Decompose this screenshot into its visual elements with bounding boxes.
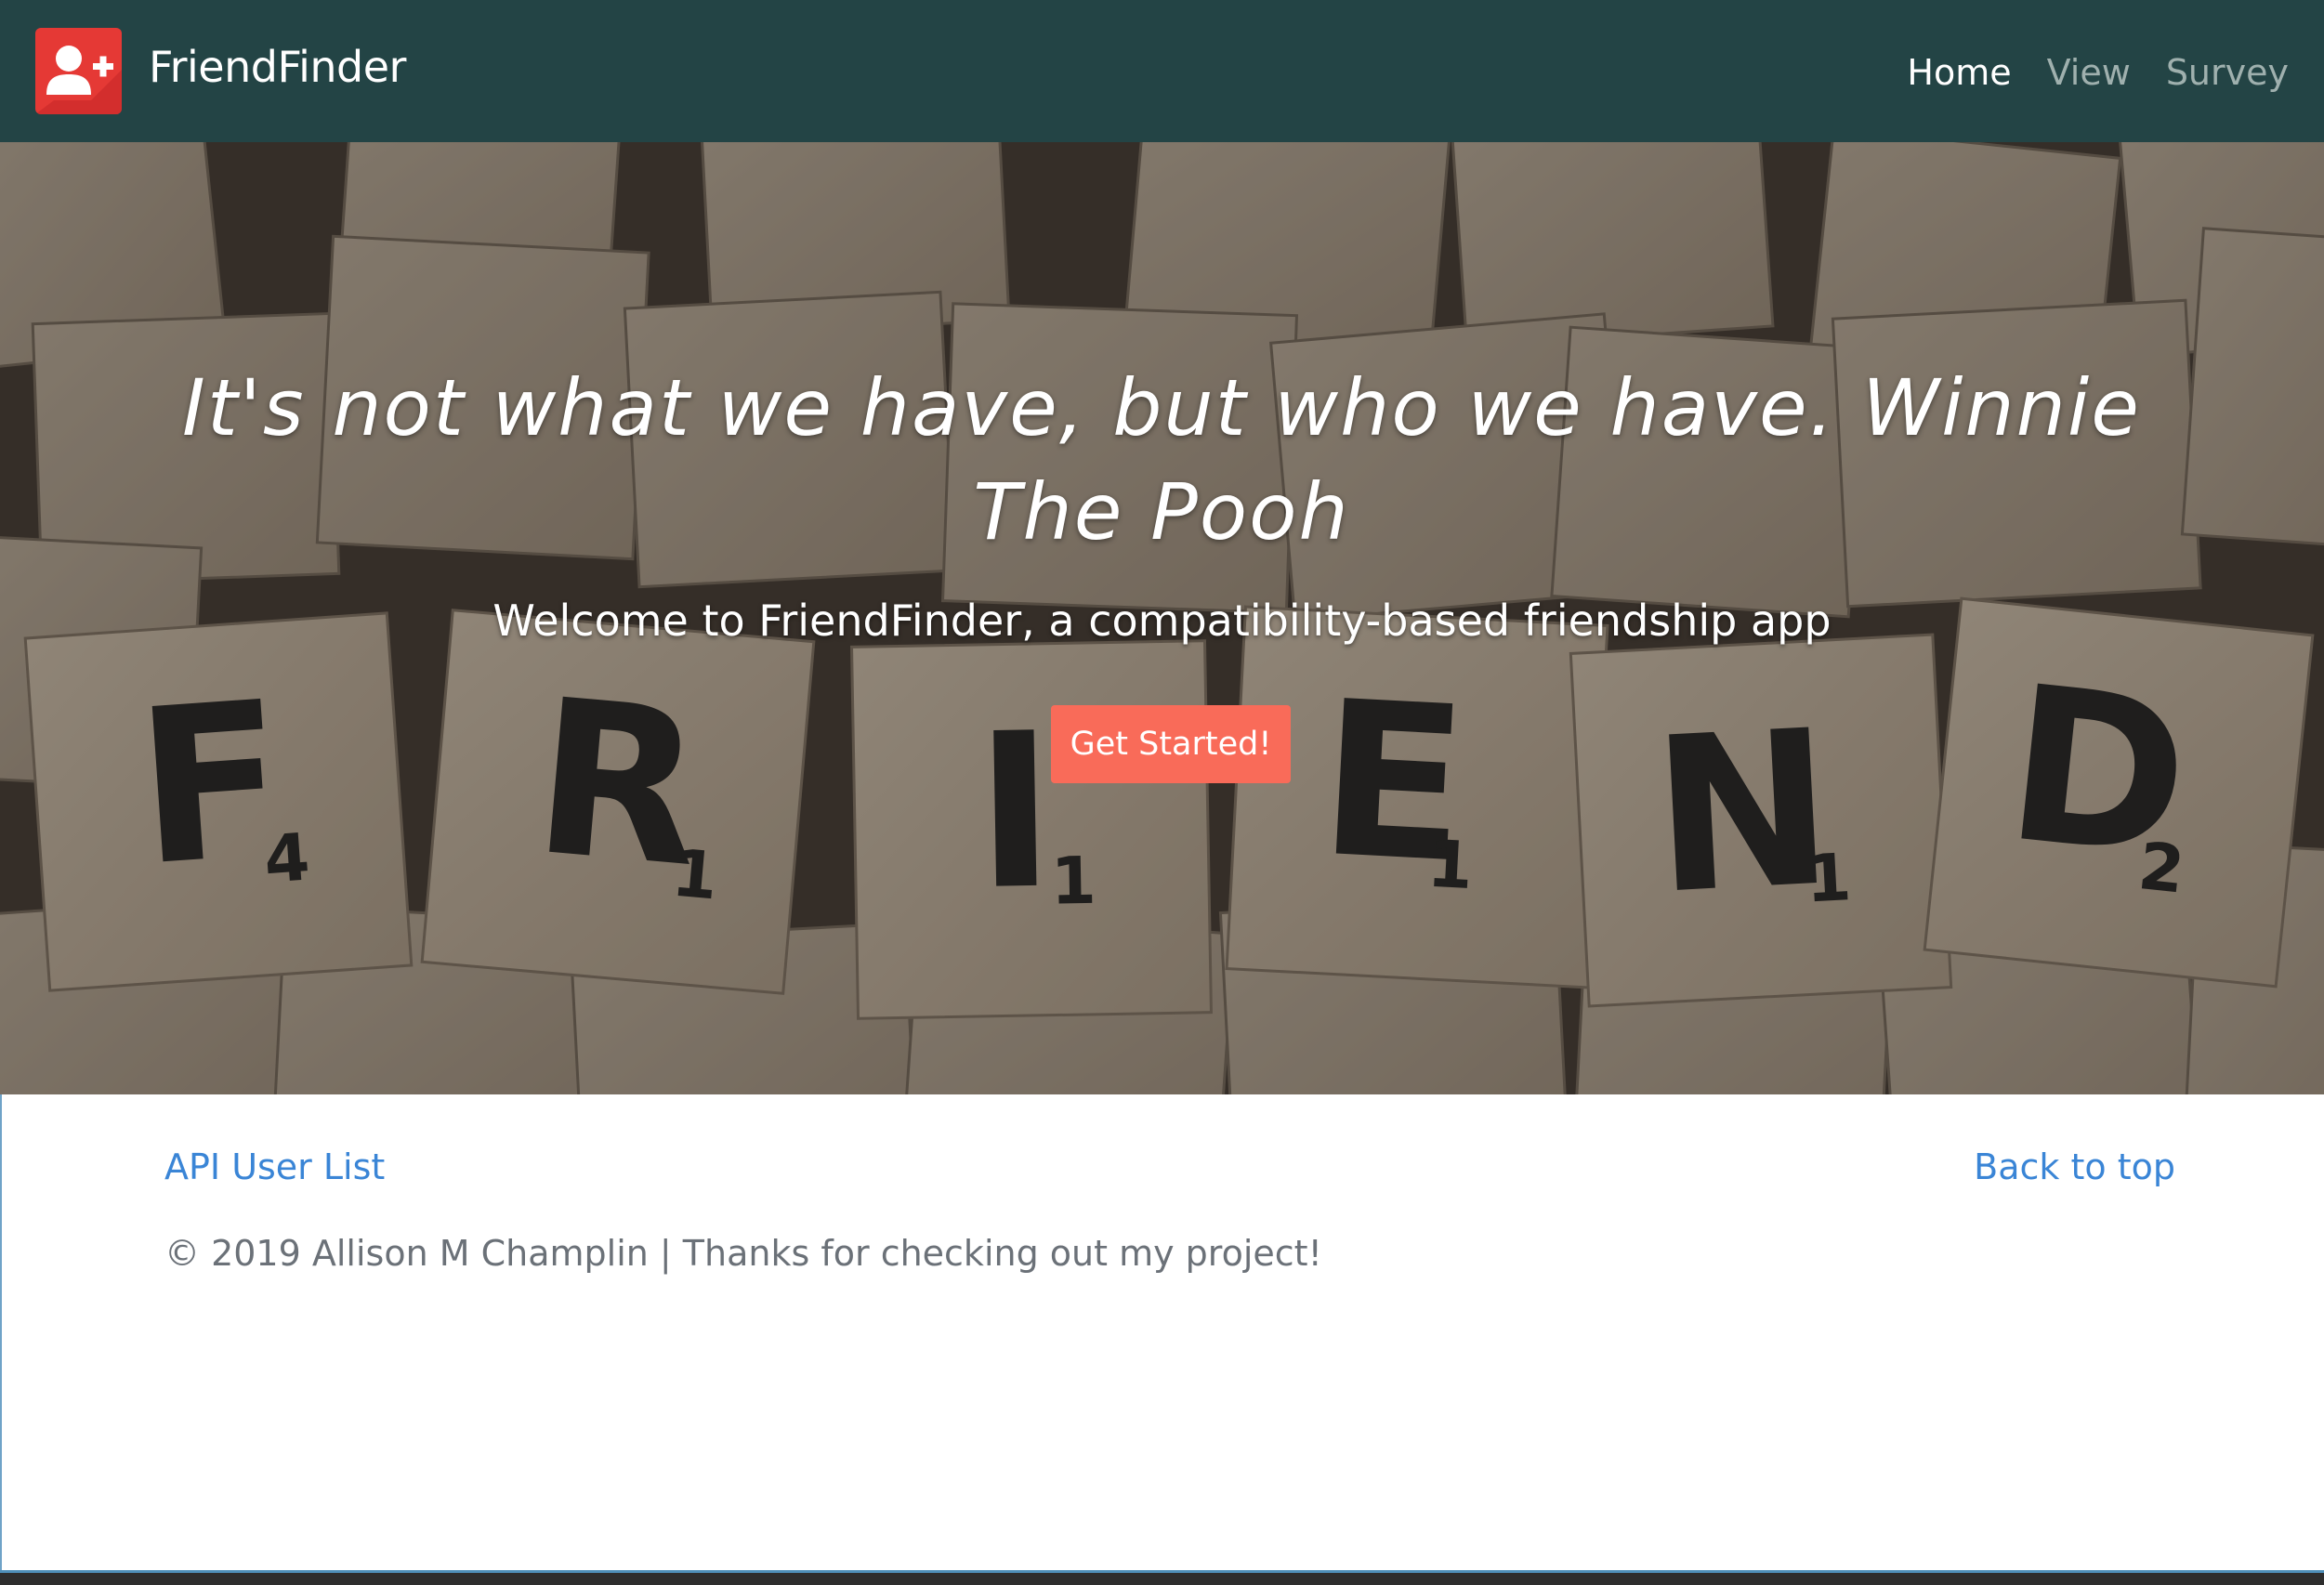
- nav-links: Home View Survey: [1907, 46, 2289, 98]
- navbar: FriendFinder Home View Survey: [0, 0, 2324, 142]
- nav-link-survey[interactable]: Survey: [2166, 46, 2289, 98]
- nav-link-view[interactable]: View: [2047, 46, 2131, 98]
- hero-section: F 4 R 1 I 1 E 1 N 1 D 2 It's not what we…: [0, 142, 2324, 1094]
- footer: API User List Back to top © 2019 Allison…: [0, 1094, 2324, 1570]
- copyright-text: © 2019 Allison M Champlin | Thanks for c…: [164, 1233, 1322, 1274]
- back-to-top-link[interactable]: Back to top: [1974, 1141, 2175, 1193]
- page-left-border: [0, 1094, 2, 1570]
- add-user-icon[interactable]: [35, 28, 122, 114]
- api-user-list-link[interactable]: API User List: [164, 1141, 385, 1193]
- hero-subtitle: Welcome to FriendFinder, a compatibility…: [492, 596, 1832, 646]
- window-bottom-bar: [0, 1570, 2324, 1585]
- hero-quote: It's not what we have, but who we have. …: [182, 362, 2141, 557]
- get-started-button[interactable]: Get Started!: [1051, 705, 1291, 783]
- page: FriendFinder Home View Survey F 4 R 1 I …: [0, 0, 2324, 1570]
- nav-link-home[interactable]: Home: [1907, 46, 2011, 98]
- brand-name[interactable]: FriendFinder: [149, 39, 406, 95]
